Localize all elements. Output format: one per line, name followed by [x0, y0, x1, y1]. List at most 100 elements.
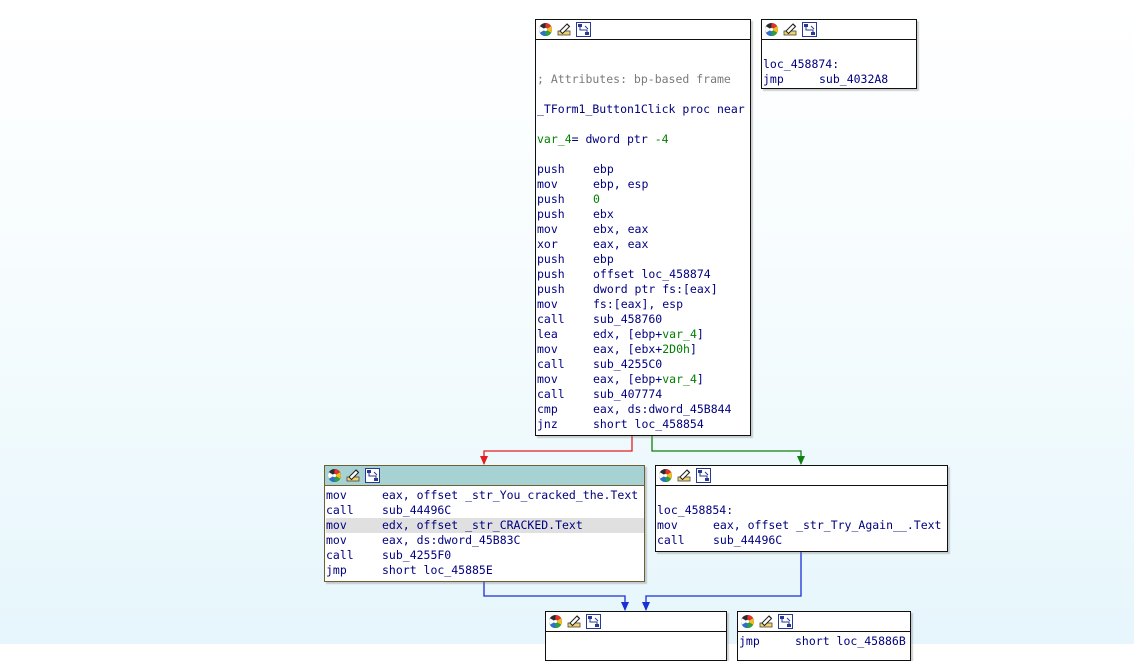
- code-line[interactable]: var_4 = dword ptr -4: [537, 132, 750, 147]
- basic-block-try-again[interactable]: loc_458854: mov eax, offset _str_Try_Again…: [655, 465, 948, 552]
- operand-text: dword ptr fs:[eax]: [593, 282, 718, 296]
- color-wheel-icon[interactable]: [538, 22, 553, 37]
- code-line[interactable]: _TForm1_Button1Click proc near: [537, 102, 750, 117]
- color-wheel-icon[interactable]: [658, 468, 673, 483]
- code-line[interactable]: [657, 488, 947, 503]
- code-line[interactable]: [537, 147, 750, 162]
- code-line[interactable]: call sub_458760: [537, 312, 750, 327]
- operand-text: ebp: [593, 252, 614, 266]
- code-line[interactable]: [537, 57, 750, 72]
- operand-text: ebx, eax: [593, 222, 649, 236]
- block-code: loc_458854: mov eax, offset _str_Try_Again…: [656, 486, 947, 548]
- basic-block-exit[interactable]: [545, 611, 727, 661]
- code-line[interactable]: loc_458874:: [763, 57, 916, 72]
- operand-text: fs:[eax], esp: [593, 297, 684, 311]
- operand-text: ; Attributes: bp-based frame: [537, 72, 731, 86]
- color-wheel-icon[interactable]: [548, 614, 563, 629]
- code-line[interactable]: xor eax, eax: [537, 237, 750, 252]
- operand-text: sub_44496C: [713, 533, 783, 547]
- code-line[interactable]: mov ebx, eax: [537, 222, 750, 237]
- operand-text: 2D0h: [662, 342, 690, 356]
- code-line[interactable]: jmp short loc_45886B: [739, 634, 910, 649]
- flow-graph-icon[interactable]: [365, 468, 380, 483]
- operand-text: eax, ds:dword_45B844: [593, 402, 732, 416]
- operand-text: ebp: [593, 162, 614, 176]
- operand-text: short loc_45886B: [795, 634, 906, 648]
- code-line[interactable]: [537, 42, 750, 57]
- code-line[interactable]: call sub_4255C0: [537, 357, 750, 372]
- code-line[interactable]: call sub_4255F0: [326, 548, 644, 563]
- code-line[interactable]: [537, 117, 750, 132]
- code-line[interactable]: [763, 42, 916, 57]
- code-line[interactable]: call sub_407774: [537, 387, 750, 402]
- code-line[interactable]: push ebp: [537, 162, 750, 177]
- code-line[interactable]: push 0: [537, 192, 750, 207]
- code-line[interactable]: [537, 87, 750, 102]
- code-line[interactable]: loc_458854:: [657, 503, 947, 518]
- flow-graph-icon[interactable]: [576, 22, 591, 37]
- operand-text: = dword ptr: [571, 132, 655, 146]
- operand-text: edx, [ebp+: [593, 327, 663, 341]
- code-line[interactable]: call sub_44496C: [326, 503, 644, 518]
- rename-icon[interactable]: [567, 614, 582, 629]
- block-code: [546, 632, 726, 634]
- operand-text: eax, eax: [593, 237, 649, 251]
- code-line[interactable]: call sub_44496C: [657, 533, 947, 548]
- operand-text: eax, offset _str_Try_Again__.Text: [713, 518, 942, 532]
- code-line[interactable]: mov eax, offset _str_Try_Again__.Text: [657, 518, 947, 533]
- mnemonic: mov: [326, 533, 347, 547]
- code-line[interactable]: jmp sub_4032A8: [763, 72, 916, 87]
- code-line[interactable]: push dword ptr fs:[eax]: [537, 282, 750, 297]
- flow-graph-icon[interactable]: [778, 614, 793, 629]
- mnemonic: push: [537, 267, 565, 281]
- code-line[interactable]: mov edx, offset _str_CRACKED.Text: [326, 518, 644, 533]
- operand-text: sub_44496C: [382, 503, 452, 517]
- color-wheel-icon[interactable]: [740, 614, 755, 629]
- mnemonic: mov: [326, 488, 347, 502]
- code-line[interactable]: ; Attributes: bp-based frame: [537, 72, 750, 87]
- code-line[interactable]: cmp eax, ds:dword_45B844: [537, 402, 750, 417]
- code-line[interactable]: push ebx: [537, 207, 750, 222]
- mnemonic: push: [537, 162, 565, 176]
- mnemonic: mov: [537, 342, 558, 356]
- code-line[interactable]: push offset loc_458874: [537, 267, 750, 282]
- operand-text: var_4: [537, 132, 572, 146]
- flow-graph-icon[interactable]: [696, 468, 711, 483]
- block-titlebar: [325, 466, 644, 486]
- block-titlebar: [738, 612, 910, 632]
- code-line[interactable]: mov fs:[eax], esp: [537, 297, 750, 312]
- flow-graph-icon[interactable]: [802, 22, 817, 37]
- operand-text: ]: [689, 342, 697, 356]
- code-line[interactable]: mov eax, offset _str_You_cracked_the.Text: [326, 488, 644, 503]
- operand-text: var_4: [662, 327, 697, 341]
- code-line[interactable]: jnz short loc_458854: [537, 417, 750, 432]
- code-line[interactable]: jmp short loc_45885E: [326, 563, 644, 578]
- rename-icon[interactable]: [677, 468, 692, 483]
- operand-text: ]: [696, 372, 704, 386]
- operand-text: eax, [ebx+: [593, 342, 663, 356]
- mnemonic: jnz: [537, 417, 558, 431]
- code-line[interactable]: mov eax, [ebx+ 2D0h]: [537, 342, 750, 357]
- basic-block-loc-458874[interactable]: loc_458874: jmp sub_4032A8: [761, 19, 917, 89]
- code-line[interactable]: mov ebp, esp: [537, 177, 750, 192]
- code-line[interactable]: lea edx, [ebp+ var_4]: [537, 327, 750, 342]
- basic-block-cracked[interactable]: mov eax, offset _str_You_cracked_the.Text…: [324, 465, 645, 582]
- mnemonic: call: [537, 312, 565, 326]
- code-line[interactable]: mov eax, ds:dword_45B83C: [326, 533, 644, 548]
- operand-text: short loc_45885E: [382, 563, 493, 577]
- rename-icon[interactable]: [346, 468, 361, 483]
- code-line[interactable]: mov eax, [ebp+ var_4]: [537, 372, 750, 387]
- block-titlebar: [546, 612, 726, 632]
- basic-block-main[interactable]: ; Attributes: bp-based frame _TForm1_Butt…: [535, 19, 751, 436]
- rename-icon[interactable]: [759, 614, 774, 629]
- color-wheel-icon[interactable]: [764, 22, 779, 37]
- flow-graph-icon[interactable]: [586, 614, 601, 629]
- code-line[interactable]: push ebp: [537, 252, 750, 267]
- color-wheel-icon[interactable]: [327, 468, 342, 483]
- rename-icon[interactable]: [557, 22, 572, 37]
- operand-text: var_4: [662, 372, 697, 386]
- operand-text: eax, [ebp+: [593, 372, 663, 386]
- rename-icon[interactable]: [783, 22, 798, 37]
- basic-block-loc-45886b[interactable]: jmp short loc_45886B: [737, 611, 911, 661]
- mnemonic: xor: [537, 237, 558, 251]
